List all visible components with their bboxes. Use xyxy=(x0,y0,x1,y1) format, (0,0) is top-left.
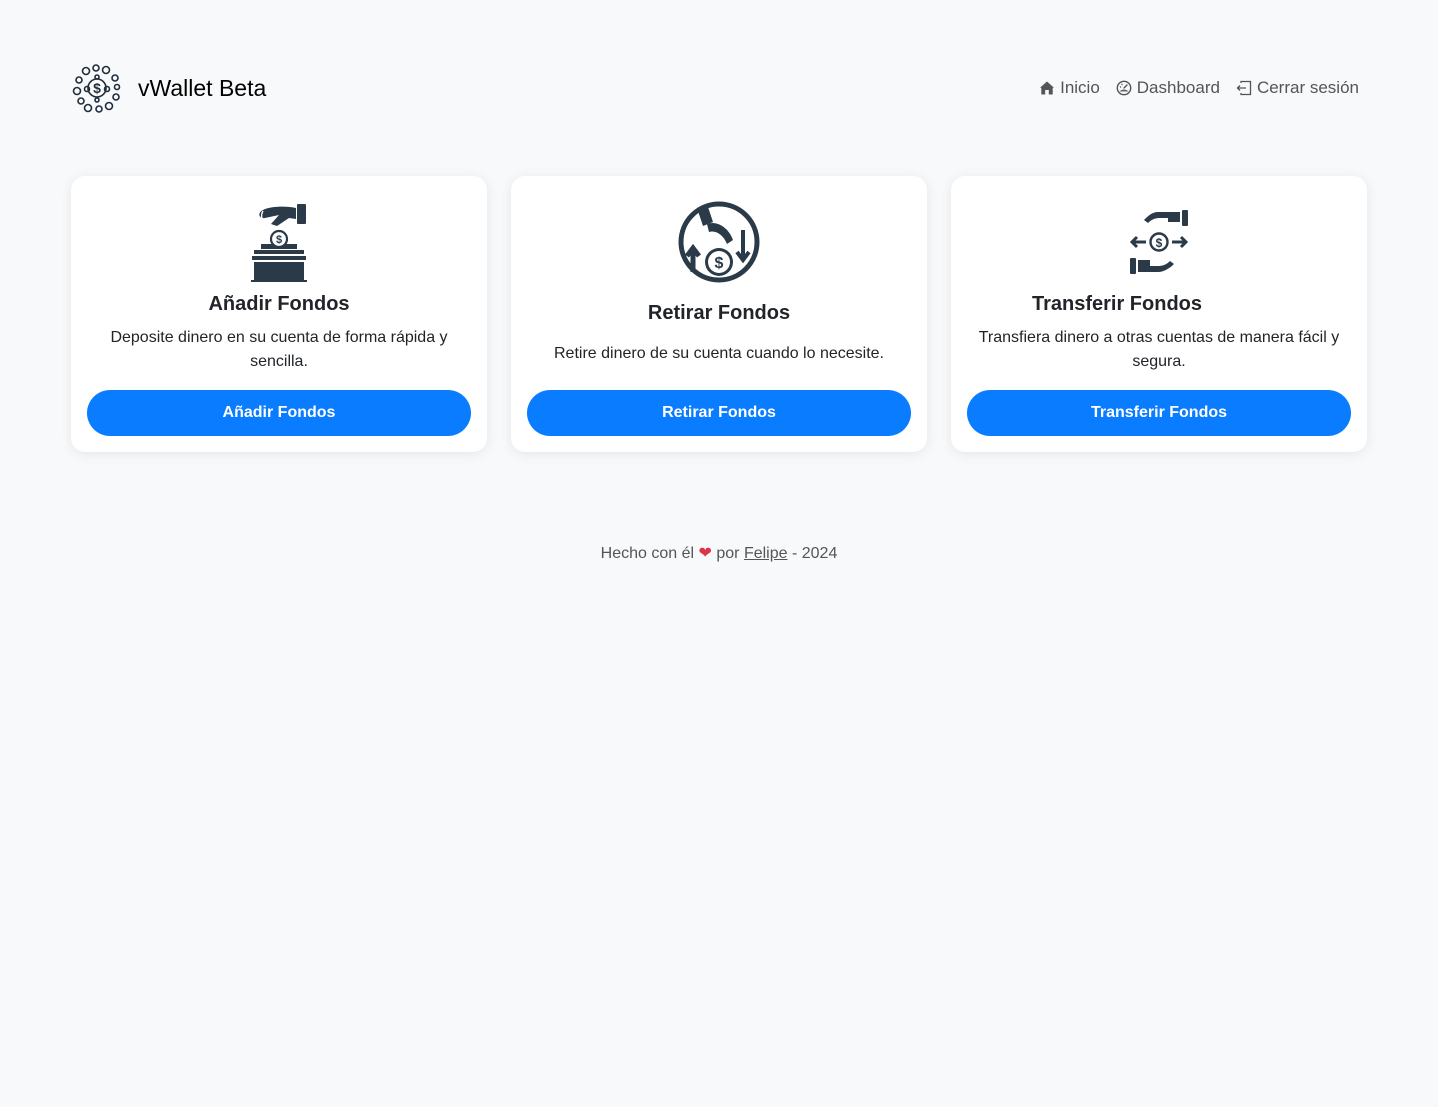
add-funds-button[interactable]: Añadir Fondos xyxy=(87,390,471,436)
money-cluster-logo-icon: $ xyxy=(72,64,121,113)
nav-link-label: Inicio xyxy=(1060,78,1100,97)
nav-link-inicio[interactable]: Inicio xyxy=(1039,78,1100,98)
sign-out-icon xyxy=(1236,80,1252,96)
card-withdraw-funds: $ Retirar Fondos Retire dinero de su cue… xyxy=(511,176,927,452)
house-icon xyxy=(1040,81,1055,95)
nav-link-cerrar-sesion[interactable]: Cerrar sesión xyxy=(1236,78,1359,98)
footer-suffix: - 2024 xyxy=(791,545,838,562)
card-description: Deposite dinero en su cuenta de forma rá… xyxy=(110,329,448,370)
withdraw-coin-icon: $ xyxy=(678,201,760,283)
footer-middle: por xyxy=(716,545,740,562)
svg-text:$: $ xyxy=(93,80,101,96)
withdraw-funds-button[interactable]: Retirar Fondos xyxy=(527,390,911,436)
svg-text:$: $ xyxy=(715,255,724,272)
card-description: Transfiera dinero a otras cuentas de man… xyxy=(978,329,1340,370)
transfer-funds-button[interactable]: Transferir Fondos xyxy=(967,390,1351,436)
transfer-hands-icon: $ xyxy=(1129,210,1189,274)
author-link[interactable]: Felipe xyxy=(744,545,788,562)
main-nav: Inicio Dashboard Cerrar sesión xyxy=(1039,78,1359,98)
top-navbar: $ vWallet Beta Inicio Dashboard Cerrar s… xyxy=(72,62,1367,114)
card-transfer-funds: $ Transferir Fondos Transfiera dinero a … xyxy=(951,176,1367,452)
card-title: Añadir Fondos xyxy=(208,293,350,315)
card-add-funds: $ Añadir Fondos Deposite dinero en su cu… xyxy=(71,176,487,452)
nav-link-label: Cerrar sesión xyxy=(1256,78,1359,97)
deposit-box-icon: $ xyxy=(251,204,307,282)
brand-name: vWallet Beta xyxy=(138,74,267,101)
card-title: Retirar Fondos xyxy=(647,302,791,324)
speedometer-icon xyxy=(1116,80,1132,96)
nav-link-label: Dashboard xyxy=(1136,78,1220,97)
nav-link-dashboard[interactable]: Dashboard xyxy=(1116,78,1220,98)
svg-text:$: $ xyxy=(1156,236,1163,250)
page-footer: Hecho con él ❤ por Felipe - 2024 xyxy=(0,543,1438,563)
footer-prefix: Hecho con él xyxy=(600,545,695,562)
heart-icon: ❤ xyxy=(698,545,712,562)
card-description: Retire dinero de su cuenta cuando lo nec… xyxy=(554,345,884,362)
svg-text:$: $ xyxy=(276,234,282,246)
actions-cards: $ Añadir Fondos Deposite dinero en su cu… xyxy=(71,176,1367,452)
card-title: Transferir Fondos xyxy=(1031,293,1203,315)
brand-link[interactable]: $ vWallet Beta xyxy=(72,63,266,113)
